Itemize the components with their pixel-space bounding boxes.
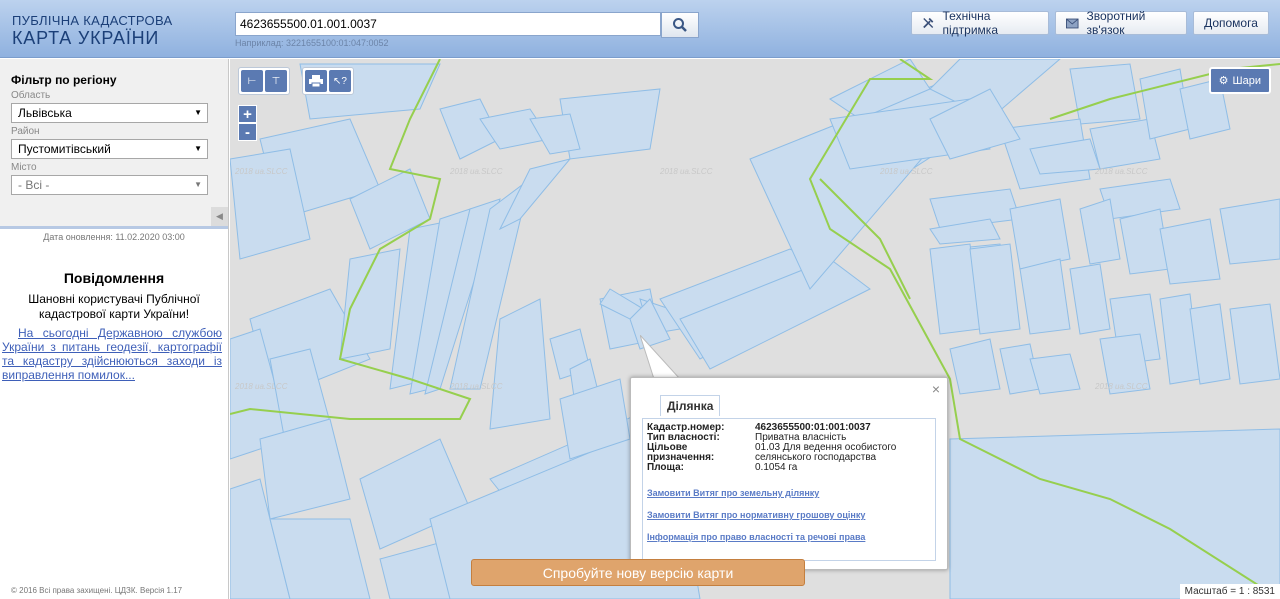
measure-tools: ⊢ ⊤: [238, 67, 290, 95]
map-watermark: 2018 ua.SLCC: [449, 167, 503, 176]
ruler-icon: ⊢: [247, 75, 257, 87]
oblast-label: Область: [11, 90, 51, 101]
help-button[interactable]: Допомога: [1193, 11, 1269, 35]
area-value: 0.1054 га: [755, 462, 798, 473]
search-hint: Наприклад: 3221655100:01:047:0052: [235, 38, 389, 48]
search-input[interactable]: [235, 12, 661, 36]
close-icon[interactable]: ×: [932, 381, 940, 397]
tech-support-button[interactable]: Технічна підтримка: [911, 9, 1049, 37]
feedback-button[interactable]: Зворотний зв'язок: [1055, 9, 1187, 37]
info-cursor-button[interactable]: ↖?: [329, 70, 351, 92]
map-watermark: 2018 ua.SLCC: [234, 382, 288, 391]
map-watermark: 2018 ua.SLCC: [1094, 167, 1148, 176]
zoom-out-button[interactable]: -: [238, 123, 257, 141]
logo-line2: КАРТА УКРАЇНИ: [12, 28, 160, 48]
order-parcel-extract-link[interactable]: Замовити Витяг про земельну ділянку: [647, 488, 931, 498]
oblast-value: Львівська: [18, 106, 72, 120]
collapse-sidebar-button[interactable]: ◀: [211, 207, 228, 226]
print-button[interactable]: [305, 70, 327, 92]
zoom-in-button[interactable]: +: [238, 105, 257, 123]
gear-icon: ⚙: [1218, 75, 1229, 87]
map-watermark: 2018 ua.SLCC: [1094, 382, 1148, 391]
filter-title: Фільтр по регіону: [11, 73, 117, 87]
zoom-controls: + -: [238, 105, 258, 141]
map-canvas[interactable]: 2018 ua.SLCC 2018 ua.SLCC 2018 ua.SLCC 2…: [230, 59, 1280, 599]
print-info-tools: ↖?: [302, 67, 354, 95]
search-icon: [673, 18, 687, 32]
info-row: Площа: 0.1054 га: [647, 463, 931, 473]
oblast-select[interactable]: Львівська ▼: [11, 103, 208, 123]
header: ПУБЛІЧНА КАДАСТРОВА КАРТА УКРАЇНИ Наприк…: [0, 0, 1280, 58]
layers-button[interactable]: ⚙ Шари: [1208, 67, 1271, 94]
envelope-icon: [1066, 18, 1079, 28]
update-date: Дата оновлення: 11.02.2020 03:00: [43, 232, 185, 242]
parcel-info: Кадастр.номер: 4623655500:01:001:0037 Тип…: [642, 418, 936, 561]
measure-area-button[interactable]: ⊤: [265, 70, 287, 92]
city-value: - Всі -: [18, 178, 50, 192]
purpose: 01.03 Для ведення особистого селянського…: [755, 442, 897, 463]
search-bar: Наприклад: 3221655100:01:047:0052: [235, 12, 699, 48]
dropdown-arrow-icon: ▼: [194, 180, 202, 189]
tab-parcel[interactable]: Ділянка: [660, 395, 721, 416]
parcel-popup: × Ділянка Кадастр.номер: 4623655500:01:00…: [630, 377, 948, 570]
measure-distance-button[interactable]: ⊢: [241, 70, 263, 92]
notice-title: Повідомлення: [63, 270, 165, 286]
popup-pointer: [640, 335, 680, 381]
help-label: Допомога: [1204, 16, 1258, 30]
cursor-question-icon: ↖?: [333, 75, 347, 87]
city-select[interactable]: - Всі - ▼: [11, 175, 208, 195]
notice-link[interactable]: На сьогодні Державною службою України з …: [0, 326, 228, 382]
sidebar: Фільтр по регіону Область Львівська ▼ Рай…: [0, 59, 229, 599]
info-row: Цільове призначення: 01.03 Для ведення ос…: [647, 443, 931, 463]
order-valuation-extract-link[interactable]: Замовити Витяг про нормативну грошову оц…: [647, 510, 931, 520]
dropdown-arrow-icon: ▼: [194, 108, 202, 117]
dropdown-arrow-icon: ▼: [194, 144, 202, 153]
raion-select[interactable]: Пустомитівський ▼: [11, 139, 208, 159]
city-label: Місто: [11, 162, 37, 173]
map-watermark: 2018 ua.SLCC: [879, 167, 933, 176]
info-key: Площа:: [647, 462, 684, 473]
logo-line1: ПУБЛІЧНА КАДАСТРОВА: [12, 13, 173, 28]
search-button[interactable]: [661, 12, 699, 38]
ownership-info-link[interactable]: Інформація про право власності та речові…: [647, 532, 931, 542]
map-watermark: 2018 ua.SLCC: [449, 382, 503, 391]
map-watermark: 2018 ua.SLCC: [234, 167, 288, 176]
site-logo[interactable]: ПУБЛІЧНА КАДАСТРОВА КАРТА УКРАЇНИ: [12, 13, 173, 49]
area-ruler-icon: ⊤: [271, 75, 281, 87]
feedback-label: Зворотний зв'язок: [1086, 9, 1146, 37]
tools-icon: [923, 17, 934, 29]
map-watermark: 2018 ua.SLCC: [659, 167, 713, 176]
try-new-version-button[interactable]: Спробуйте нову версію карти: [471, 559, 805, 586]
info-key: Цільове призначення:: [647, 442, 715, 463]
map-scale: Масштаб = 1 : 8531: [1179, 584, 1280, 599]
region-filter: Фільтр по регіону Область Львівська ▼ Рай…: [0, 59, 228, 229]
notice-text: Шановні користувачі Публічної кадастрово…: [28, 292, 200, 321]
raion-value: Пустомитівський: [18, 142, 111, 156]
layers-label: Шари: [1232, 74, 1261, 87]
raion-label: Район: [11, 126, 40, 137]
printer-icon: [309, 75, 323, 87]
tech-support-label: Технічна підтримка: [942, 9, 998, 37]
copyright: © 2016 Всі права захищені. ЦДЗК. Версія …: [11, 586, 183, 595]
